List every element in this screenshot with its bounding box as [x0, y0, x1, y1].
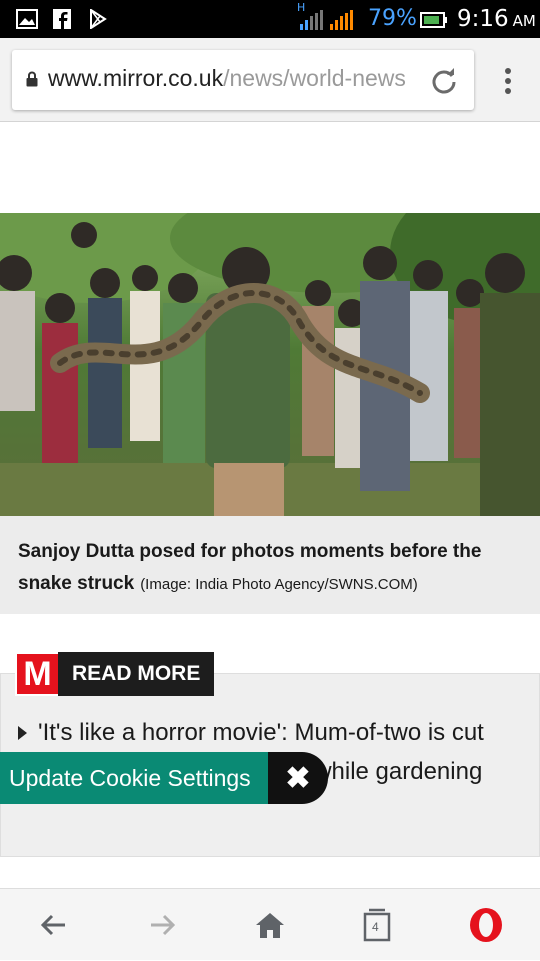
mirror-logo-letter: M: [23, 654, 52, 693]
image-icon: [16, 9, 38, 29]
signal-icon-2: [330, 10, 353, 30]
address-bar[interactable]: www.mirror.co.uk/news/world-news: [12, 50, 474, 110]
play-store-icon: [90, 9, 107, 29]
status-bar: H 79% 9:16 AM: [0, 0, 540, 38]
caption-credit: (Image: India Photo Agency/SWNS.COM): [140, 576, 418, 593]
lock-icon: [26, 71, 38, 87]
more-vert-icon[interactable]: [503, 68, 513, 94]
photo-caption: Sanjoy Dutta posed for photos moments be…: [18, 536, 523, 601]
clock: 9:16 AM: [457, 6, 536, 32]
bottom-navigation: 4: [0, 888, 540, 960]
battery-percent: 79%: [368, 6, 417, 31]
clock-time: 9:16: [457, 6, 509, 32]
url-domain: www.mirror.co.uk: [48, 65, 224, 91]
opera-menu-button[interactable]: [456, 889, 516, 961]
photo-caption-box: Sanjoy Dutta posed for photos moments be…: [0, 516, 540, 614]
tab-count: 4: [372, 920, 379, 934]
home-icon: [256, 913, 284, 938]
read-more-badge: M READ MORE: [15, 652, 215, 696]
mirror-logo: M: [15, 652, 58, 696]
battery-icon: [420, 12, 447, 28]
reload-icon[interactable]: [430, 67, 458, 95]
forward-button[interactable]: [132, 889, 192, 961]
opera-logo-icon: [470, 908, 502, 942]
photo-illustration: [0, 213, 540, 516]
arrow-forward-icon: [151, 914, 175, 936]
back-button[interactable]: [24, 889, 84, 961]
article-photo[interactable]: [0, 213, 540, 516]
clock-ampm: AM: [512, 12, 536, 30]
update-cookie-settings-button[interactable]: Update Cookie Settings: [0, 752, 272, 804]
home-button[interactable]: [240, 889, 300, 961]
read-more-label: READ MORE: [72, 662, 201, 685]
facebook-icon: [53, 9, 71, 29]
url-text: www.mirror.co.uk/news/world-news: [48, 65, 406, 92]
arrow-back-icon: [41, 914, 65, 936]
close-icon[interactable]: ✖: [268, 752, 328, 804]
browser-toolbar: www.mirror.co.uk/news/world-news: [0, 38, 540, 122]
tabs-button[interactable]: 4: [347, 889, 407, 961]
signal-icon: [300, 10, 323, 30]
url-path: /news/world-news: [223, 65, 406, 91]
